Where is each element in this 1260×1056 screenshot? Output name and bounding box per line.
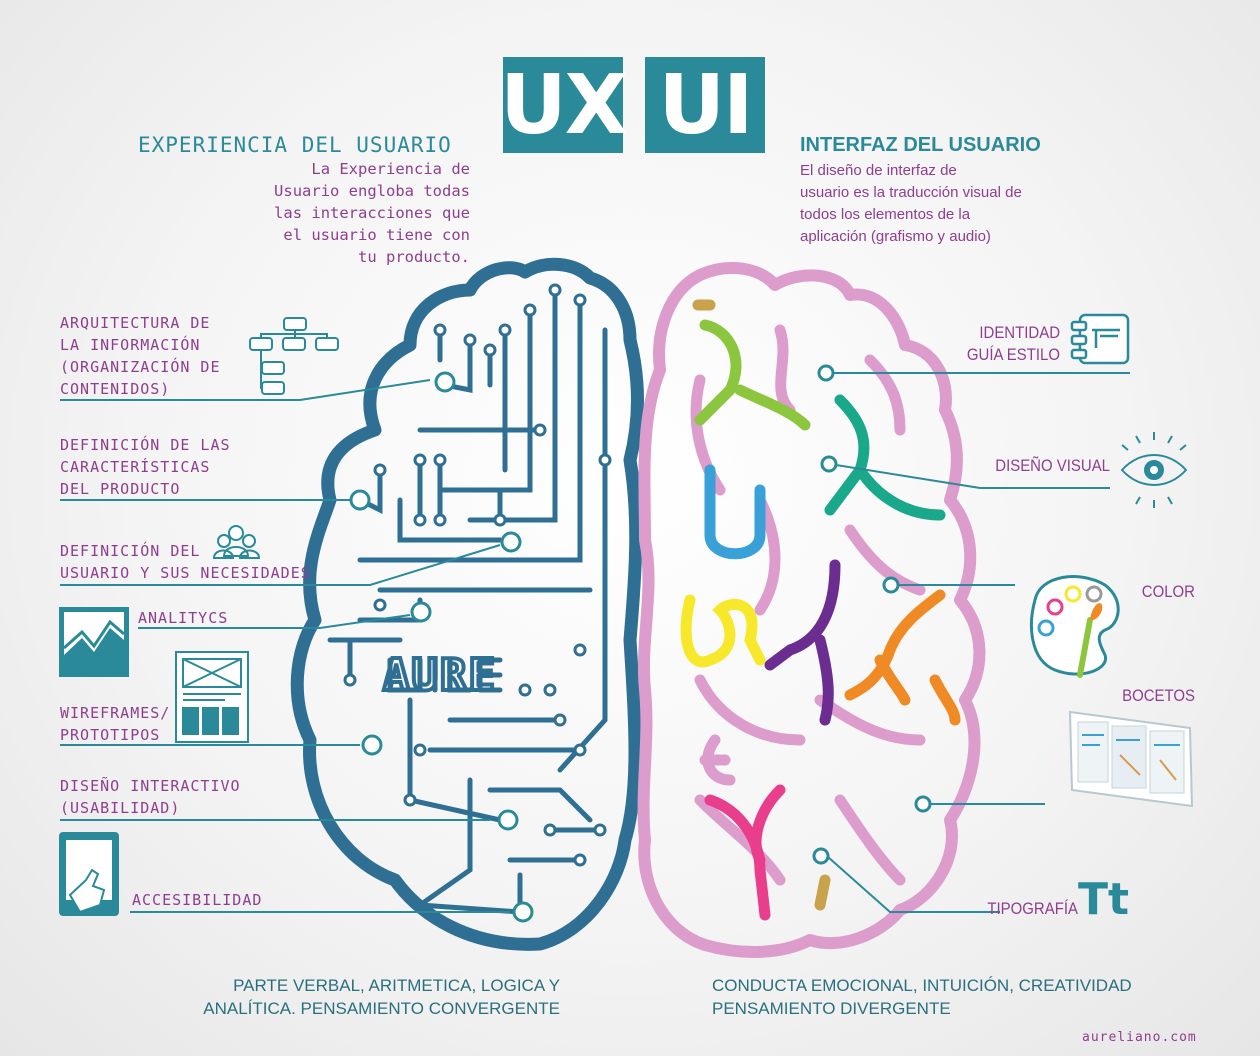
left-brain-outline <box>290 257 644 951</box>
footer-left: PARTE VERBAL, ARITMETICA, LOGICA Y ANALÍ… <box>203 976 560 1018</box>
brain-text: AURE <box>383 650 497 701</box>
label-product-features: DEFINICIÓN DE LAS CARACTERÍSTICAS DEL PR… <box>60 436 231 498</box>
label-wireframes: WIREFRAMES/ PROTOTIPOS <box>60 704 171 744</box>
analytics-icon <box>59 607 129 677</box>
label-interaction-design: DISEÑO INTERACTIVO (USABILIDAD) <box>60 777 241 817</box>
label-accessibility: ACCESIBILIDAD <box>132 891 263 909</box>
label-sketches: BOCETOS <box>1122 686 1195 705</box>
label-analytics: ANALITYCS <box>138 609 229 627</box>
sitemap-icon <box>249 317 339 395</box>
label-identity: IDENTIDAD GUÍA ESTILO <box>966 323 1060 364</box>
typography-icon: Tt <box>1078 874 1129 925</box>
label-information-architecture: ARQUITECTURA DE LA INFORMACIÓN (ORGANIZA… <box>60 314 221 398</box>
footer-right: CONDUCTA EMOCIONAL, INTUICIÓN, CREATIVID… <box>712 976 1132 1018</box>
style-guide-icon <box>1070 313 1130 365</box>
credit: aureliano.com <box>1082 1030 1197 1045</box>
touch-tablet-icon <box>59 832 119 916</box>
label-visual-design: DISEÑO VISUAL <box>995 456 1110 475</box>
label-user-needs: DEFINICIÓN DEL USUARIO Y SUS NECESIDADES <box>60 542 311 582</box>
eye-icon <box>1120 432 1188 508</box>
sketches-icon <box>1068 710 1194 808</box>
label-color: COLOR <box>1141 582 1195 601</box>
label-typography: TIPOGRAFÍA <box>987 899 1078 918</box>
